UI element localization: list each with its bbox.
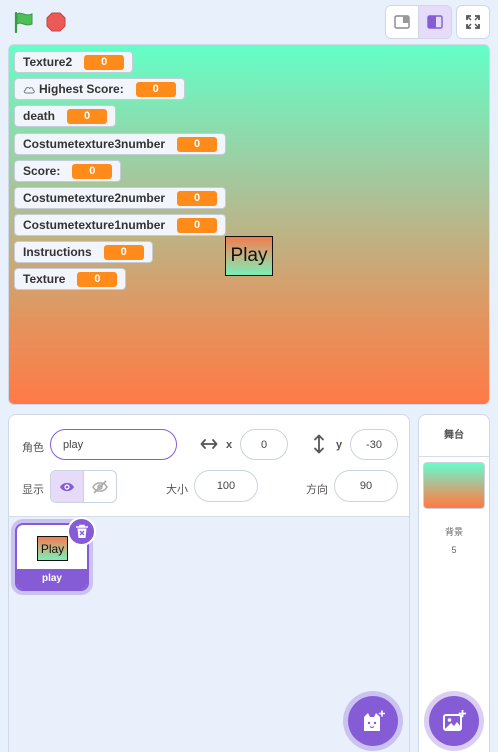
monitor-value: 0 (135, 81, 176, 97)
sprite-name-label: 角色 (22, 442, 44, 454)
stage-thumbnail[interactable] (423, 462, 485, 509)
sprite-name-input[interactable]: play (50, 429, 177, 460)
monitor-label: Highest Score: (39, 82, 124, 96)
cat-plus-icon (364, 710, 385, 731)
eye-icon (59, 482, 74, 491)
monitor-value: 0 (177, 190, 218, 206)
vertical-arrows-icon (314, 434, 324, 454)
monitor-costumetexture1number[interactable]: Costumetexture1number 0 (14, 214, 227, 236)
monitor-highest-score[interactable]: Highest Score: 0 (14, 78, 185, 100)
monitor-label: Texture2 (23, 55, 73, 69)
small-stage-icon (394, 15, 410, 29)
monitor-texture[interactable]: Texture 0 (14, 268, 127, 290)
monitor-label: Texture (23, 272, 66, 286)
stage-pane: 舞台 背景 5 (418, 414, 490, 752)
fullscreen-icon (466, 15, 480, 29)
backdrops-count: 5 (451, 545, 457, 555)
monitor-label: Costumetexture3number (23, 137, 166, 151)
sprite-tile-name: play (17, 569, 87, 589)
x-input[interactable]: 0 (240, 429, 288, 460)
small-stage-button[interactable] (385, 5, 419, 39)
backdrops-label: 背景 (444, 527, 463, 537)
monitor-value: 0 (177, 136, 218, 152)
hide-button[interactable] (84, 471, 117, 502)
size-label: 大小 (166, 484, 188, 496)
play-sprite[interactable]: Play (225, 236, 273, 276)
x-label: x (226, 439, 233, 451)
delete-sprite-button[interactable] (67, 517, 96, 546)
visibility-toggle (50, 470, 117, 503)
monitor-label: Costumetexture2number (23, 191, 166, 205)
stage-toolbar (0, 0, 498, 44)
sprite-thumbnail: Play (37, 536, 68, 561)
monitor-label: Instructions (23, 245, 92, 259)
direction-label: 方向 (306, 484, 328, 496)
stop-icon[interactable] (46, 12, 66, 32)
normal-stage-icon (427, 15, 443, 29)
show-label: 显示 (22, 484, 44, 496)
monitor-value: 0 (84, 54, 125, 70)
green-flag-icon[interactable] (12, 10, 36, 34)
fullscreen-button[interactable] (456, 5, 490, 39)
monitor-costumetexture2number[interactable]: Costumetexture2number 0 (14, 187, 227, 209)
monitor-instructions[interactable]: Instructions 0 (14, 241, 153, 263)
y-label: y (336, 439, 343, 451)
monitor-value: 0 (77, 271, 118, 287)
sprite-info: 角色 play x 0 y -30 显示 大小 100 方向 90 (9, 415, 409, 517)
monitor-value: 0 (72, 163, 113, 179)
choose-sprite-button[interactable] (348, 696, 398, 746)
stage-pane-title: 舞台 (419, 415, 489, 457)
monitor-score[interactable]: Score: 0 (14, 160, 122, 182)
monitor-texture2[interactable]: Texture2 0 (14, 51, 134, 73)
monitor-costumetexture3number[interactable]: Costumetexture3number 0 (14, 133, 227, 155)
direction-input[interactable]: 90 (334, 470, 398, 502)
stage[interactable]: Texture2 0 Highest Score: 0 death 0 Cost… (8, 44, 490, 405)
cloud-icon (23, 86, 35, 93)
monitor-label: Costumetexture1number (23, 218, 166, 232)
monitor-label: Score: (23, 164, 61, 178)
image-plus-icon (443, 710, 466, 731)
monitor-label: death (23, 109, 56, 123)
y-input[interactable]: -30 (350, 429, 398, 460)
monitor-value: 0 (67, 108, 108, 124)
horizontal-arrows-icon (200, 439, 218, 449)
normal-stage-button[interactable] (418, 5, 452, 39)
eye-slash-icon (91, 479, 108, 494)
sprite-pane: 角色 play x 0 y -30 显示 大小 100 方向 90 Play p… (8, 414, 410, 752)
monitor-value: 0 (103, 244, 144, 260)
monitor-value: 0 (177, 217, 218, 233)
show-button[interactable] (51, 471, 84, 502)
trash-icon (75, 524, 88, 538)
choose-backdrop-button[interactable] (429, 696, 479, 746)
monitor-death[interactable]: death 0 (14, 105, 117, 127)
size-input[interactable]: 100 (194, 470, 258, 502)
